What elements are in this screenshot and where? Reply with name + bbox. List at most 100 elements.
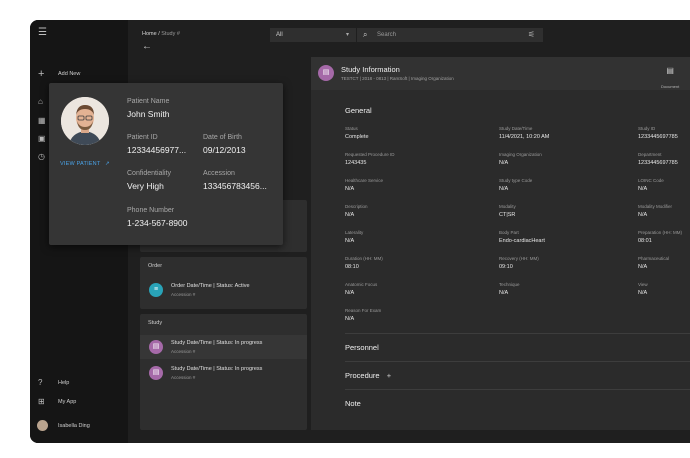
order-item[interactable]: ≡ Order Date/Time | Status: Active Acces… <box>140 278 307 302</box>
field-label: Anatomic Focus <box>345 282 378 287</box>
chevron-down-icon: ▾ <box>345 32 349 38</box>
study-icon: ▤ <box>149 340 163 354</box>
document-button[interactable]: ▤ Document <box>661 66 679 93</box>
field-label: Status <box>345 126 358 131</box>
plus-icon[interactable]: + <box>387 371 391 380</box>
help-label[interactable]: Help <box>58 380 69 386</box>
patient-id-label: Patient ID <box>127 134 158 141</box>
field-label: Laterality <box>345 230 364 235</box>
breadcrumb: Home / Study # <box>142 31 180 37</box>
field-value: N/A <box>345 290 355 296</box>
field-value: 1233445697785 <box>638 134 678 140</box>
external-link-icon: ↗ <box>105 161 110 167</box>
personnel-section-title[interactable]: Personnel <box>345 343 379 352</box>
field-label: Study Date/Time <box>499 126 533 131</box>
phone-label: Phone Number <box>127 207 175 214</box>
field-label: Study type Code <box>499 178 533 183</box>
apps-icon[interactable]: ⊞ <box>38 397 45 407</box>
field-label: Body Part <box>499 230 519 235</box>
field-label: Pharmaceutical <box>638 256 670 261</box>
field-value: N/A <box>345 316 355 322</box>
filter-select[interactable]: All ▾ <box>270 28 356 42</box>
divider <box>345 389 690 390</box>
history-icon[interactable]: ◷ <box>38 152 45 162</box>
field-value: N/A <box>499 290 509 296</box>
field-value: N/A <box>345 238 355 244</box>
patient-id: 12334456977... <box>127 145 187 155</box>
phone-value: 1-234-567-8900 <box>127 218 188 228</box>
study-information-panel: ▤ Study Information TESTCT | 2018 - 0813… <box>311 57 690 430</box>
field-label: Study ID <box>638 126 656 131</box>
field-label: Preparation (HH: MM) <box>638 230 683 235</box>
divider <box>345 333 690 334</box>
add-new-label[interactable]: Add New <box>58 71 80 77</box>
field-value: CT|SR <box>499 212 516 218</box>
field-value: N/A <box>499 186 509 192</box>
field-label: LOINC Code <box>638 178 664 183</box>
patient-avatar <box>61 97 109 145</box>
arrow-back-icon[interactable]: ← <box>142 41 152 52</box>
breadcrumb-home[interactable]: Home / <box>142 31 160 37</box>
field-value: N/A <box>638 264 648 270</box>
field-value: 09:10 <box>499 264 513 270</box>
home-icon[interactable]: ⌂ <box>38 97 43 107</box>
note-section-title[interactable]: Note <box>345 399 361 408</box>
field-value: Endo-cardiacHeart <box>499 238 545 244</box>
my-app-label[interactable]: My App <box>58 399 76 405</box>
field-label: Imaging Organization <box>499 152 542 157</box>
help-icon[interactable]: ? <box>38 378 42 388</box>
field-value: N/A <box>638 212 648 218</box>
study-item[interactable]: ▤ Study Date/Time | Status: In progress … <box>140 361 307 385</box>
study-item-sub: Accession # <box>171 349 196 354</box>
user-name[interactable]: Isabella Ding <box>58 423 90 429</box>
search-icon: ⌕ <box>363 30 368 39</box>
filter-icon[interactable]: ⚟ <box>528 30 535 39</box>
order-item-title: Order Date/Time | Status: Active <box>171 283 250 289</box>
avatar[interactable] <box>37 420 48 431</box>
field-value: N/A <box>345 186 355 192</box>
study-item-title: Study Date/Time | Status: In progress <box>171 366 263 372</box>
field-value: Complete <box>345 134 369 140</box>
document-icon: ▤ <box>666 66 674 75</box>
field-label: Recovery (HH: MM) <box>499 256 539 261</box>
field-label: Reason For Exam <box>345 308 382 313</box>
field-value: 11/4/2021, 10:20 AM <box>499 134 550 140</box>
view-patient-link[interactable]: VIEW PATIENT ↗ <box>60 161 110 167</box>
breadcrumb-current: Study # <box>161 31 180 37</box>
plus-icon[interactable]: + <box>38 69 44 80</box>
field-value: 1233445697785 <box>638 160 678 166</box>
confidentiality-value: Very High <box>127 181 164 191</box>
study-icon: ▤ <box>149 366 163 380</box>
field-label: Department <box>638 152 662 157</box>
study-item[interactable]: ▤ Study Date/Time | Status: In progress … <box>140 335 307 359</box>
field-value: 08:01 <box>638 238 652 244</box>
field-value: 08:10 <box>345 264 359 270</box>
procedure-section-title[interactable]: Procedure + <box>345 371 391 380</box>
field-label: Healthcare Service <box>345 178 384 183</box>
order-panel-title: Order <box>148 263 163 269</box>
order-icon: ≡ <box>149 283 163 297</box>
field-label: Technique <box>499 282 520 287</box>
image-icon[interactable]: ▣ <box>38 134 46 144</box>
accession-label: Accession <box>203 170 235 177</box>
study-panel: Study ▤ Study Date/Time | Status: In pro… <box>140 314 307 430</box>
field-value: N/A <box>638 186 648 192</box>
divider <box>345 361 690 362</box>
field-label: Requested Procedure ID <box>345 152 395 157</box>
study-header: ▤ Study Information TESTCT | 2018 - 0813… <box>311 57 690 90</box>
study-icon: ▤ <box>318 65 334 81</box>
search-input[interactable]: ⌕ Search ⚟ <box>357 28 543 42</box>
filter-value: All <box>276 32 283 38</box>
menu-icon[interactable]: ☰ <box>38 28 47 38</box>
general-section-title[interactable]: General <box>345 106 372 115</box>
accession-value: 133456783456... <box>203 181 267 191</box>
field-label: Modality <box>499 204 516 209</box>
field-label: View <box>638 282 648 287</box>
field-label: Description <box>345 204 368 209</box>
study-title: Study Information <box>341 65 400 74</box>
grid-icon[interactable]: ▦ <box>38 116 46 126</box>
document-label: Document <box>661 84 680 89</box>
patient-popover: VIEW PATIENT ↗ Patient Name John Smith P… <box>49 83 283 245</box>
patient-name: John Smith <box>127 109 170 119</box>
view-patient-label: VIEW PATIENT <box>60 161 101 167</box>
